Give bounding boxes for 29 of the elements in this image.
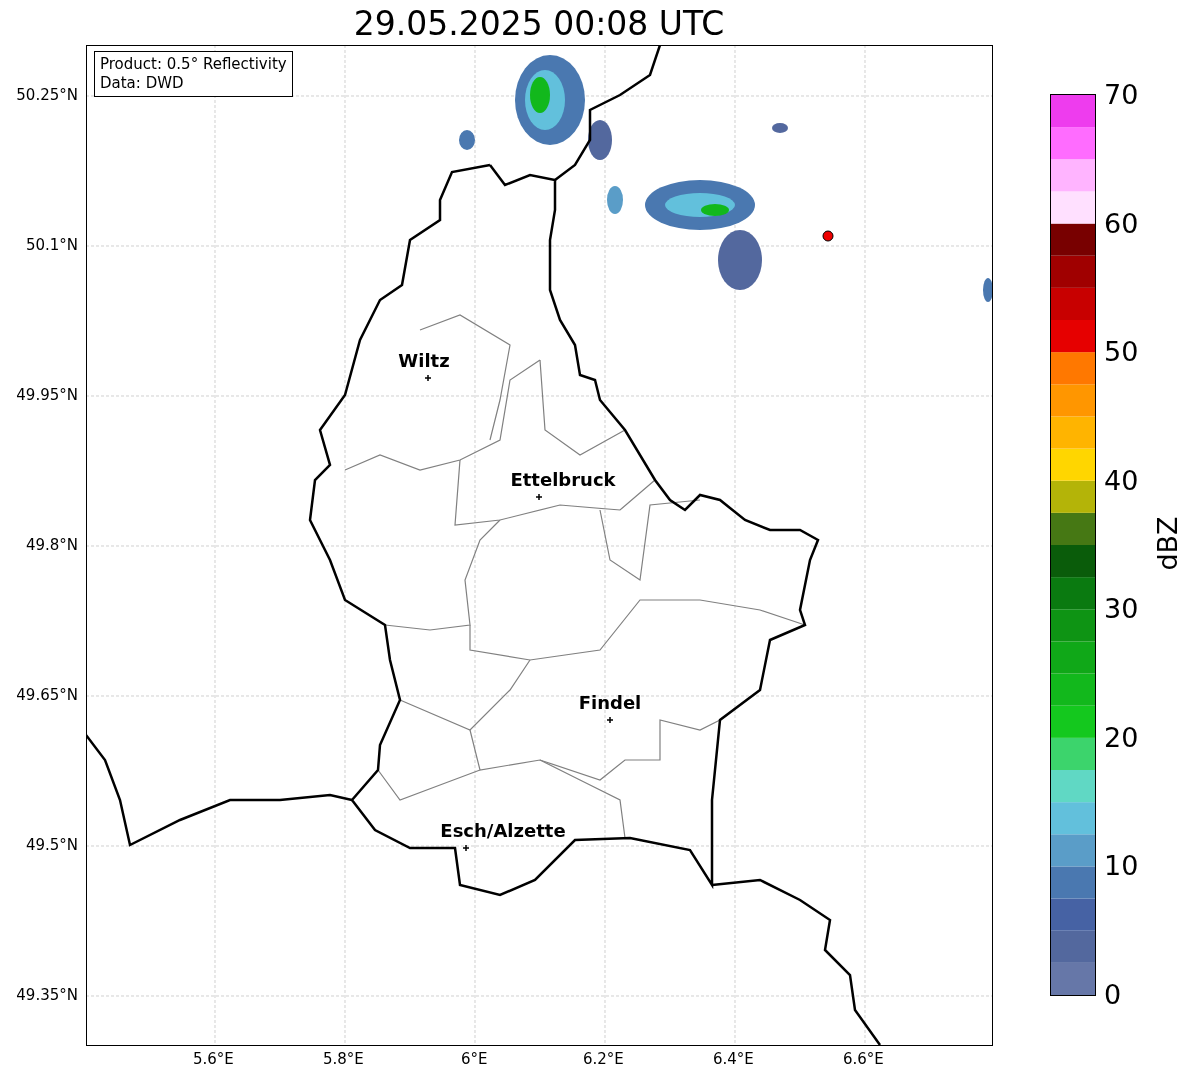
info-text: Data: DWD (100, 74, 185, 93)
colorbar-tick-label: 50 (1104, 338, 1139, 366)
latitude-label: 50.1°N (25, 238, 78, 253)
colorbar-label: dBZ (1153, 516, 1181, 571)
latitude-label: 49.65°N (16, 688, 78, 703)
chart-title: 29.05.2025 00:08 UTC (352, 4, 726, 43)
longitude-label: 6.6°E (843, 1052, 884, 1067)
colorbar-tick-label: 60 (1104, 209, 1139, 237)
latitude-label: 49.35°N (16, 988, 78, 1003)
colorbar-tick-label: 70 (1104, 81, 1139, 108)
city-label: Ettelbruck (510, 471, 616, 489)
colorbar-tick-label: 40 (1104, 466, 1139, 494)
city-label: Esch/Alzette (440, 822, 566, 840)
longitude-label: 5.8°E (323, 1052, 364, 1067)
longitude-label: 6°E (461, 1052, 488, 1067)
colorbar-tick-label: 0 (1104, 981, 1122, 1008)
info-text: Product: 0.5° Reflectivity (100, 55, 287, 74)
city-label: Wiltz (398, 352, 450, 370)
colorbar-tick-label: 20 (1104, 723, 1139, 751)
city-label: Findel (578, 694, 642, 712)
longitude-label: 6.4°E (713, 1052, 754, 1067)
colorbar-tick-label: 10 (1104, 852, 1139, 880)
latitude-label: 50.25°N (16, 88, 78, 103)
latitude-label: 49.5°N (25, 838, 78, 853)
latitude-label: 49.8°N (25, 538, 78, 553)
longitude-label: 6.2°E (583, 1052, 624, 1067)
latitude-label: 49.95°N (16, 388, 78, 403)
colorbar-tick-label: 30 (1104, 595, 1139, 623)
longitude-label: 5.6°E (193, 1052, 234, 1067)
